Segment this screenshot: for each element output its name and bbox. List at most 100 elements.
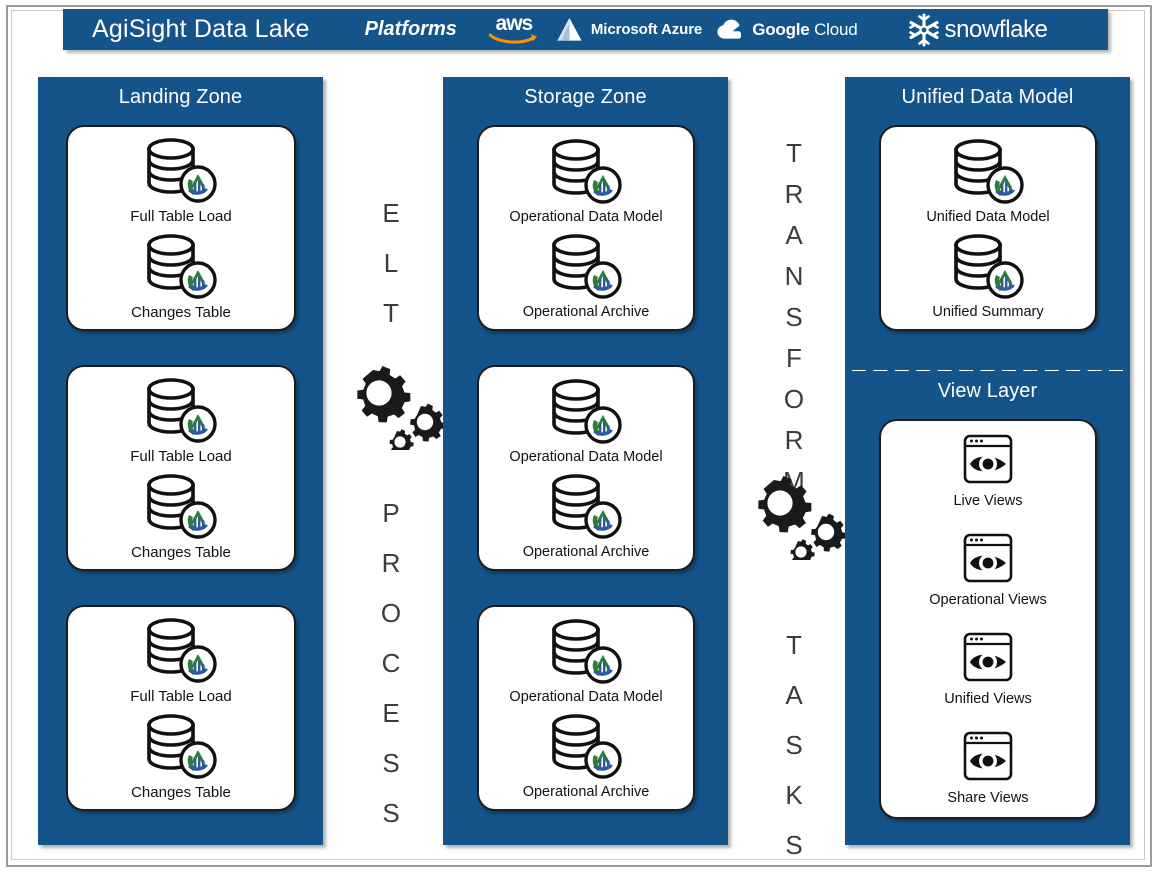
- snowflake-logo-text: snowflake: [944, 15, 1049, 43]
- node-label: Operational Data Model: [509, 209, 663, 225]
- transform-letter: N: [784, 261, 804, 291]
- node-label: Operational Data Model: [509, 449, 663, 465]
- node-operational-archive[interactable]: Operational Archive: [522, 711, 650, 800]
- platforms-label: Platforms: [364, 18, 457, 40]
- transform-letter: S: [785, 302, 803, 332]
- database-icon: [147, 618, 217, 683]
- browser-eye-icon: [963, 533, 1013, 583]
- node-label: Changes Table: [131, 784, 231, 801]
- database-icon: [147, 234, 217, 299]
- tasks-column: T A S K S: [769, 632, 819, 858]
- transform-tasks-column: T R A N S F O R M: [769, 140, 819, 494]
- node-label: Operational Archive: [522, 784, 650, 800]
- transform-letter: R: [784, 179, 804, 209]
- node-operational-data-model[interactable]: Operational Data Model: [509, 376, 663, 465]
- node-label: Full Table Load: [130, 688, 232, 705]
- zone-view-layer[interactable]: View Layer Live Views Operational Views …: [845, 371, 1130, 845]
- card-landing-1[interactable]: Full Table Load Changes Table: [66, 125, 296, 331]
- tasks-letter: K: [785, 780, 803, 810]
- transform-letter: A: [785, 220, 803, 250]
- node-unified-data-model[interactable]: Unified Data Model: [926, 136, 1050, 225]
- card-view-1[interactable]: Live Views Operational Views Unified Vie…: [879, 419, 1097, 819]
- tasks-letter: A: [785, 680, 803, 710]
- node-unified-views[interactable]: Unified Views: [944, 630, 1032, 707]
- cloud-word: Cloud: [814, 19, 858, 39]
- gears-icon: [357, 366, 444, 450]
- node-label: Unified Data Model: [926, 209, 1050, 225]
- elt-letter: T: [383, 298, 399, 328]
- database-icon: [552, 619, 622, 684]
- node-label: Changes Table: [131, 544, 231, 561]
- card-storage-3[interactable]: Operational Data Model Operational Archi…: [477, 605, 695, 811]
- process-letter: R: [381, 548, 401, 578]
- google-word: Google: [752, 19, 810, 39]
- page-title: AgiSight Data Lake: [92, 15, 310, 43]
- elt-letter: E: [382, 198, 400, 228]
- header-bar: AgiSight Data Lake Platforms aws Microso…: [63, 9, 1108, 50]
- node-operational-views[interactable]: Operational Views: [929, 531, 1047, 608]
- database-icon: [552, 379, 622, 444]
- process-letter: P: [382, 498, 400, 528]
- snowflake-icon: [908, 12, 939, 47]
- zone-storage[interactable]: Storage Zone Operational Data Model Oper…: [443, 77, 728, 845]
- transform-letter: R: [784, 425, 804, 455]
- node-live-views[interactable]: Live Views: [952, 432, 1024, 509]
- card-unified-1[interactable]: Unified Data Model Unified Summary: [879, 125, 1097, 331]
- node-changes-table[interactable]: Changes Table: [131, 471, 231, 561]
- node-operational-archive[interactable]: Operational Archive: [523, 231, 649, 320]
- card-landing-2[interactable]: Full Table Load Changes Table: [66, 365, 296, 571]
- node-full-table-load[interactable]: Full Table Load: [130, 375, 232, 465]
- database-icon: [954, 139, 1024, 204]
- diagram-canvas: AgiSight Data Lake Platforms aws Microso…: [0, 0, 1158, 874]
- node-label: Operational Data Model: [509, 689, 663, 705]
- card-landing-3[interactable]: Full Table Load Changes Table: [66, 605, 296, 811]
- browser-eye-icon: [963, 632, 1013, 682]
- browser-eye-icon: [963, 434, 1013, 484]
- node-label: Unified Summary: [932, 304, 1044, 320]
- node-share-views[interactable]: Share Views: [947, 729, 1029, 806]
- node-label: Operational Views: [929, 592, 1047, 608]
- node-unified-summary[interactable]: Unified Summary: [932, 231, 1044, 320]
- node-operational-data-model[interactable]: Operational Data Model: [509, 616, 663, 705]
- node-changes-table[interactable]: Changes Table: [131, 711, 231, 801]
- azure-logo-text: Microsoft Azure: [590, 21, 703, 38]
- google-cloud-icon: [717, 19, 742, 39]
- zone-landing[interactable]: Landing Zone Full Table Load Changes Tab…: [38, 77, 323, 845]
- process-letter: C: [381, 648, 401, 678]
- database-icon: [954, 234, 1024, 299]
- zone-unified-title: Unified Data Model: [901, 86, 1074, 108]
- zone-unified-data-model[interactable]: Unified Data Model Unified Data Model Un…: [845, 77, 1130, 371]
- process-letter: O: [380, 598, 402, 628]
- node-operational-data-model[interactable]: Operational Data Model: [509, 136, 663, 225]
- azure-triangle-icon: [557, 17, 582, 41]
- node-full-table-load[interactable]: Full Table Load: [130, 135, 232, 225]
- database-icon: [552, 234, 622, 299]
- database-icon: [552, 474, 622, 539]
- snowflake-logo: snowflake: [906, 12, 1048, 48]
- card-storage-2[interactable]: Operational Data Model Operational Archi…: [477, 365, 695, 571]
- transform-letter: O: [783, 384, 805, 414]
- node-label: Full Table Load: [130, 448, 232, 465]
- node-full-table-load[interactable]: Full Table Load: [130, 615, 232, 705]
- zone-view-title: View Layer: [937, 380, 1038, 402]
- zone-storage-title: Storage Zone: [524, 86, 647, 108]
- node-label: Operational Archive: [522, 544, 650, 560]
- process-letter: S: [382, 748, 400, 778]
- gears-icon: [758, 476, 845, 560]
- card-storage-1[interactable]: Operational Data Model Operational Archi…: [477, 125, 695, 331]
- node-changes-table[interactable]: Changes Table: [131, 231, 231, 321]
- microsoft-azure-logo: Microsoft Azure: [554, 15, 702, 45]
- platform-logos: aws Microsoft Azure Google Cloud snowfla…: [485, 12, 1048, 48]
- google-cloud-logo-text: Google Cloud: [752, 19, 858, 40]
- aws-logo-text: aws: [495, 11, 534, 35]
- node-label: Unified Views: [944, 691, 1032, 707]
- tasks-letter: S: [785, 730, 803, 760]
- aws-logo: aws: [485, 11, 543, 46]
- database-icon: [552, 139, 622, 204]
- tasks-letter: T: [786, 630, 802, 660]
- node-operational-archive[interactable]: Operational Archive: [522, 471, 650, 560]
- database-icon: [147, 378, 217, 443]
- tasks-letter: S: [785, 830, 803, 860]
- transform-letter: T: [786, 138, 802, 168]
- zone-landing-title: Landing Zone: [118, 86, 243, 108]
